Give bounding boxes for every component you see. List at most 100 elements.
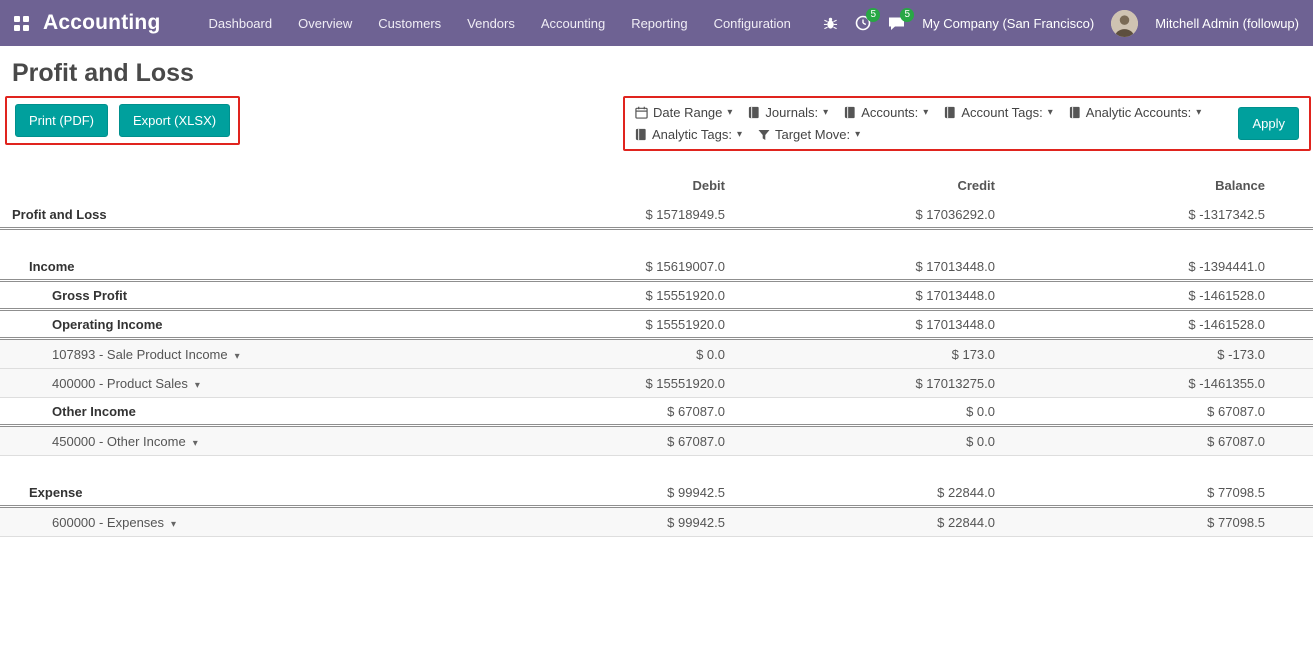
- menu-dashboard[interactable]: Dashboard: [209, 16, 273, 31]
- row-label: 600000 - Expenses▾: [0, 515, 455, 530]
- account-dropdown-caret[interactable]: ▾: [193, 438, 198, 449]
- apps-grid-icon[interactable]: [14, 16, 29, 31]
- balance-cell: $ 67087.0: [995, 434, 1313, 449]
- balance-cell: $ -1461355.0: [995, 376, 1313, 391]
- credit-cell: $ 17013448.0: [725, 259, 995, 274]
- filters: Date Range ▾ Journals: ▾ Accounts: ▾: [635, 105, 1226, 142]
- controls-row: Print (PDF) Export (XLSX) Date Range ▾: [0, 96, 1313, 151]
- activities-clock-icon[interactable]: 5: [855, 15, 871, 31]
- print-pdf-button[interactable]: Print (PDF): [15, 104, 108, 137]
- debit-cell: $ 67087.0: [455, 434, 725, 449]
- balance-cell: $ -1461528.0: [995, 288, 1313, 303]
- credit-cell: $ 17013275.0: [725, 376, 995, 391]
- balance-cell: $ 77098.5: [995, 515, 1313, 530]
- table-row-operating-income: Operating Income $ 15551920.0 $ 17013448…: [0, 311, 1313, 340]
- account-dropdown-caret[interactable]: ▾: [235, 351, 240, 362]
- messages-icon[interactable]: 5: [888, 15, 905, 31]
- balance-cell: $ 77098.5: [995, 485, 1313, 500]
- menu-customers[interactable]: Customers: [378, 16, 441, 31]
- table-row-account-107893: 107893 - Sale Product Income▾ $ 0.0 $ 17…: [0, 340, 1313, 369]
- filter-journals[interactable]: Journals: ▾: [748, 105, 828, 120]
- balance-cell: $ -1461528.0: [995, 317, 1313, 332]
- chevron-down-icon: ▾: [727, 107, 732, 118]
- row-label: Expense: [0, 485, 455, 500]
- debit-cell: $ 67087.0: [455, 404, 725, 419]
- table-row-account-600000: 600000 - Expenses▾ $ 99942.5 $ 22844.0 $…: [0, 508, 1313, 537]
- filter-label: Accounts:: [861, 105, 918, 120]
- journal-book-icon: [944, 106, 956, 119]
- row-label: Profit and Loss: [0, 207, 455, 222]
- journal-book-icon: [748, 106, 760, 119]
- activities-badge: 5: [866, 8, 880, 22]
- journal-book-icon: [1069, 106, 1081, 119]
- user-avatar[interactable]: [1111, 10, 1138, 37]
- filter-date-range[interactable]: Date Range ▾: [635, 105, 732, 120]
- annotation-highlight-filters: Date Range ▾ Journals: ▾ Accounts: ▾: [623, 96, 1311, 151]
- debit-cell: $ 15718949.5: [455, 207, 725, 222]
- user-menu[interactable]: Mitchell Admin (followup): [1155, 16, 1299, 31]
- filter-label: Analytic Accounts:: [1086, 105, 1192, 120]
- topbar: Accounting Dashboard Overview Customers …: [0, 0, 1313, 46]
- credit-cell: $ 0.0: [725, 434, 995, 449]
- filter-accounts[interactable]: Accounts: ▾: [844, 105, 928, 120]
- annotation-highlight-buttons: Print (PDF) Export (XLSX): [5, 96, 240, 145]
- row-label: Operating Income: [0, 317, 455, 332]
- header-debit: Debit: [455, 178, 725, 193]
- table-row-gross-profit: Gross Profit $ 15551920.0 $ 17013448.0 $…: [0, 282, 1313, 311]
- export-xlsx-button[interactable]: Export (XLSX): [119, 104, 230, 137]
- credit-cell: $ 17036292.0: [725, 207, 995, 222]
- section-spacer: [0, 230, 1313, 253]
- menu-accounting[interactable]: Accounting: [541, 16, 605, 31]
- debit-cell: $ 15551920.0: [455, 288, 725, 303]
- profit-loss-report: Debit Credit Balance Profit and Loss $ 1…: [0, 169, 1313, 537]
- menu-configuration[interactable]: Configuration: [714, 16, 791, 31]
- page-title: Profit and Loss: [12, 59, 1301, 88]
- journal-book-icon: [635, 128, 647, 141]
- credit-cell: $ 22844.0: [725, 515, 995, 530]
- credit-cell: $ 22844.0: [725, 485, 995, 500]
- app-brand[interactable]: Accounting: [43, 11, 161, 35]
- filter-analytic-tags[interactable]: Analytic Tags: ▾: [635, 127, 742, 142]
- header-credit: Credit: [725, 178, 995, 193]
- row-label: 107893 - Sale Product Income▾: [0, 347, 455, 362]
- table-row-account-400000: 400000 - Product Sales▾ $ 15551920.0 $ 1…: [0, 369, 1313, 398]
- credit-cell: $ 17013448.0: [725, 317, 995, 332]
- apply-button[interactable]: Apply: [1238, 107, 1299, 140]
- debit-cell: $ 15619007.0: [455, 259, 725, 274]
- topbar-right: 5 5 My Company (San Francisco) Mitchell …: [823, 10, 1299, 37]
- bug-icon[interactable]: [823, 16, 838, 31]
- filter-account-tags[interactable]: Account Tags: ▾: [944, 105, 1052, 120]
- debit-cell: $ 15551920.0: [455, 317, 725, 332]
- menu-reporting[interactable]: Reporting: [631, 16, 687, 31]
- filter-label: Target Move:: [775, 127, 850, 142]
- balance-cell: $ 67087.0: [995, 404, 1313, 419]
- table-row-expense: Expense $ 99942.5 $ 22844.0 $ 77098.5: [0, 479, 1313, 508]
- menu-overview[interactable]: Overview: [298, 16, 352, 31]
- balance-cell: $ -1394441.0: [995, 259, 1313, 274]
- row-label: 400000 - Product Sales▾: [0, 376, 455, 391]
- page-body: Profit and Loss Print (PDF) Export (XLSX…: [0, 59, 1313, 537]
- table-header-row: Debit Credit Balance: [0, 169, 1313, 201]
- debit-cell: $ 99942.5: [455, 515, 725, 530]
- chevron-down-icon: ▾: [1048, 107, 1053, 118]
- table-row-income: Income $ 15619007.0 $ 17013448.0 $ -1394…: [0, 253, 1313, 282]
- chevron-down-icon: ▾: [923, 107, 928, 118]
- filter-analytic-accounts[interactable]: Analytic Accounts: ▾: [1069, 105, 1202, 120]
- account-dropdown-caret[interactable]: ▾: [195, 380, 200, 391]
- messages-badge: 5: [900, 8, 914, 22]
- balance-cell: $ -173.0: [995, 347, 1313, 362]
- calendar-icon: [635, 106, 648, 119]
- table-row-other-income: Other Income $ 67087.0 $ 0.0 $ 67087.0: [0, 398, 1313, 427]
- filter-label: Analytic Tags:: [652, 127, 732, 142]
- filter-label: Date Range: [653, 105, 722, 120]
- filter-funnel-icon: [758, 129, 770, 141]
- debit-cell: $ 99942.5: [455, 485, 725, 500]
- company-switcher[interactable]: My Company (San Francisco): [922, 16, 1094, 31]
- filter-line-2: Analytic Tags: ▾ Target Move: ▾: [635, 127, 1226, 142]
- main-menu: Dashboard Overview Customers Vendors Acc…: [209, 16, 791, 31]
- credit-cell: $ 17013448.0: [725, 288, 995, 303]
- menu-vendors[interactable]: Vendors: [467, 16, 515, 31]
- account-dropdown-caret[interactable]: ▾: [171, 519, 176, 530]
- debit-cell: $ 15551920.0: [455, 376, 725, 391]
- filter-target-move[interactable]: Target Move: ▾: [758, 127, 860, 142]
